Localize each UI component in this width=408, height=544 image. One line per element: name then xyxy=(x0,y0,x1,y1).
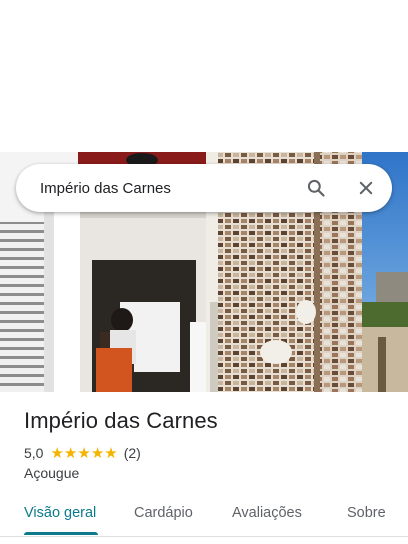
place-category: Açougue xyxy=(24,465,80,481)
rating-stars: ★ ★ ★ ★ ★ xyxy=(50,446,117,461)
search-button[interactable] xyxy=(296,168,336,208)
rating-value: 5,0 xyxy=(24,445,44,461)
close-icon xyxy=(359,181,373,195)
place-title: Império das Carnes xyxy=(24,408,218,433)
tabs-divider xyxy=(0,536,408,537)
review-count[interactable]: (2) xyxy=(124,445,141,461)
active-tab-indicator xyxy=(24,532,98,535)
clear-search-button[interactable] xyxy=(346,168,386,208)
star-icon: ★ xyxy=(63,444,78,462)
place-tabs: Visão geral Cardápio Avaliações Sobre xyxy=(0,494,408,536)
tab-reviews[interactable]: Avaliações xyxy=(232,505,302,521)
search-bar[interactable]: Império das Carnes xyxy=(16,164,392,212)
rating-row[interactable]: 5,0 ★ ★ ★ ★ ★ (2) xyxy=(24,444,141,462)
tab-menu[interactable]: Cardápio xyxy=(134,505,193,521)
star-icon: ★ xyxy=(50,444,64,462)
tab-about[interactable]: Sobre xyxy=(347,505,386,521)
search-icon xyxy=(307,179,325,197)
star-icon: ★ xyxy=(90,444,105,462)
star-icon: ★ xyxy=(77,444,91,462)
star-icon: ★ xyxy=(104,444,118,462)
map-blank-area xyxy=(0,0,408,152)
search-input[interactable]: Império das Carnes xyxy=(40,180,296,197)
tab-overview[interactable]: Visão geral xyxy=(24,505,96,521)
